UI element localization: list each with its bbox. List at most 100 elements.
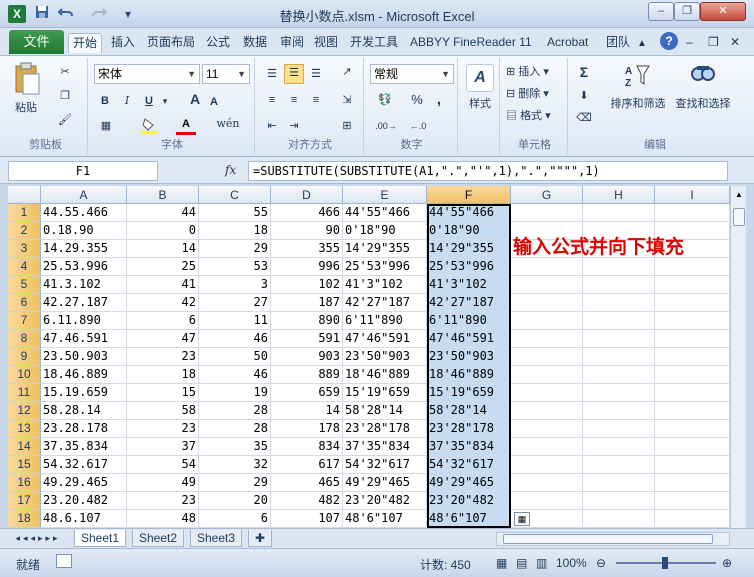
cell-f[interactable]: 48'6"107: [427, 510, 511, 528]
cell-b[interactable]: 14: [127, 240, 199, 258]
insert-function-button[interactable]: fx: [225, 163, 236, 177]
cell-e[interactable]: 37'35"834: [343, 438, 427, 456]
row-header[interactable]: 8: [8, 330, 41, 348]
macro-record-icon[interactable]: [56, 554, 72, 568]
zoom-out-icon[interactable]: ⊖: [596, 556, 606, 570]
cell-b[interactable]: 25: [127, 258, 199, 276]
fill-icon[interactable]: ⬇: [576, 88, 592, 104]
cell-g[interactable]: [511, 402, 583, 420]
cell-d[interactable]: 890: [271, 312, 343, 330]
cell-e[interactable]: 54'32"617: [343, 456, 427, 474]
row-header[interactable]: 17: [8, 492, 41, 510]
cell-h[interactable]: [583, 420, 655, 438]
cell-h[interactable]: [583, 312, 655, 330]
row-header[interactable]: 4: [8, 258, 41, 276]
cell-d[interactable]: 178: [271, 420, 343, 438]
cell-d[interactable]: 355: [271, 240, 343, 258]
window-close-button[interactable]: ✕: [730, 33, 740, 53]
cell-a[interactable]: 25.53.996: [41, 258, 127, 276]
redo-icon[interactable]: [90, 5, 108, 23]
cell-f[interactable]: 41'3"102: [427, 276, 511, 294]
cell-c[interactable]: 11: [199, 312, 271, 330]
align-top-icon[interactable]: ☰: [263, 66, 281, 82]
cell-e[interactable]: 48'6"107: [343, 510, 427, 528]
cell-h[interactable]: [583, 438, 655, 456]
paste-icon[interactable]: [12, 62, 42, 100]
cell-b[interactable]: 15: [127, 384, 199, 402]
tab-formulas[interactable]: 公式: [206, 33, 230, 53]
name-box[interactable]: F1: [8, 161, 158, 181]
cell-e[interactable]: 44'55"466: [343, 204, 427, 222]
row-header[interactable]: 13: [8, 420, 41, 438]
cell-a[interactable]: 0.18.90: [41, 222, 127, 240]
cell-e[interactable]: 42'27"187: [343, 294, 427, 312]
zoom-slider-thumb[interactable]: [662, 557, 668, 569]
cell-a[interactable]: 37.35.834: [41, 438, 127, 456]
cell-c[interactable]: 19: [199, 384, 271, 402]
sort-filter-icon[interactable]: AZ: [622, 62, 652, 92]
cell-f[interactable]: 15'19"659: [427, 384, 511, 402]
tab-file[interactable]: 文件: [9, 30, 64, 54]
select-all-corner[interactable]: [8, 186, 41, 204]
cell-i[interactable]: [655, 294, 730, 312]
cell-h[interactable]: [583, 276, 655, 294]
cell-h[interactable]: [583, 474, 655, 492]
cell-c[interactable]: 32: [199, 456, 271, 474]
cell-g[interactable]: [511, 366, 583, 384]
cell-d[interactable]: 14: [271, 402, 343, 420]
cell-h[interactable]: [583, 366, 655, 384]
cell-f[interactable]: 49'29"465: [427, 474, 511, 492]
cell-f[interactable]: 58'28"14: [427, 402, 511, 420]
cell-g[interactable]: [511, 492, 583, 510]
cell-f[interactable]: 14'29"355: [427, 240, 511, 258]
cell-g[interactable]: [511, 438, 583, 456]
cell-a[interactable]: 23.50.903: [41, 348, 127, 366]
cell-c[interactable]: 28: [199, 402, 271, 420]
cell-a[interactable]: 6.11.890: [41, 312, 127, 330]
restore-button[interactable]: ❐: [674, 2, 700, 21]
align-bottom-icon[interactable]: ☰: [307, 66, 325, 82]
number-format-select[interactable]: 常规 ▼: [370, 64, 454, 84]
cell-b[interactable]: 23: [127, 492, 199, 510]
cell-c[interactable]: 29: [199, 474, 271, 492]
cell-e[interactable]: 49'29"465: [343, 474, 427, 492]
cell-d[interactable]: 107: [271, 510, 343, 528]
find-select-icon[interactable]: [688, 62, 718, 92]
cell-c[interactable]: 3: [199, 276, 271, 294]
cell-f[interactable]: 6'11"890: [427, 312, 511, 330]
cell-h[interactable]: [583, 348, 655, 366]
align-center-icon[interactable]: ≡: [285, 92, 303, 108]
cell-i[interactable]: [655, 456, 730, 474]
scroll-thumb[interactable]: [733, 208, 745, 226]
orientation-icon[interactable]: ↗: [337, 64, 357, 80]
cell-i[interactable]: [655, 204, 730, 222]
cell-f[interactable]: 23'28"178: [427, 420, 511, 438]
border-icon[interactable]: ▦: [98, 118, 114, 134]
cell-g[interactable]: [511, 276, 583, 294]
styles-button[interactable]: 样式: [462, 96, 498, 112]
cell-g[interactable]: [511, 420, 583, 438]
cell-b[interactable]: 0: [127, 222, 199, 240]
save-icon[interactable]: [34, 5, 50, 23]
align-middle-icon[interactable]: ☰: [284, 64, 304, 84]
tab-data[interactable]: 数据: [243, 33, 267, 53]
copy-icon[interactable]: ❐: [56, 88, 74, 104]
row-header[interactable]: 15: [8, 456, 41, 474]
cell-b[interactable]: 44: [127, 204, 199, 222]
font-name-select[interactable]: 宋体 ▼: [94, 64, 200, 84]
cell-b[interactable]: 23: [127, 348, 199, 366]
cell-e[interactable]: 23'50"903: [343, 348, 427, 366]
cell-g[interactable]: [511, 384, 583, 402]
cell-c[interactable]: 20: [199, 492, 271, 510]
cell-a[interactable]: 42.27.187: [41, 294, 127, 312]
cell-d[interactable]: 482: [271, 492, 343, 510]
cell-a[interactable]: 48.6.107: [41, 510, 127, 528]
cell-h[interactable]: [583, 330, 655, 348]
cell-e[interactable]: 47'46"591: [343, 330, 427, 348]
page-break-view-icon[interactable]: ▥: [536, 556, 547, 570]
cell-e[interactable]: 15'19"659: [343, 384, 427, 402]
close-button[interactable]: ✕: [700, 2, 746, 21]
paste-button[interactable]: 粘贴: [10, 100, 42, 116]
font-size-select[interactable]: 11 ▼: [202, 64, 250, 84]
tab-team[interactable]: 团队: [606, 33, 630, 53]
